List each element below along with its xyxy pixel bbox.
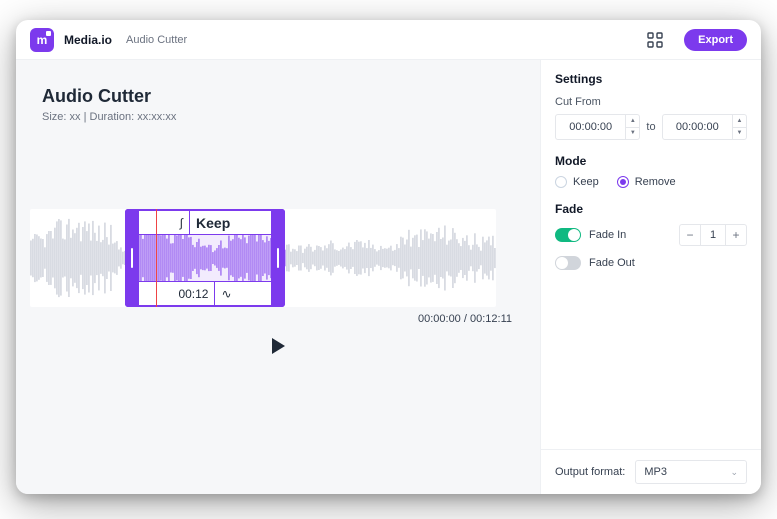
fade-in-decrement[interactable]: − — [680, 225, 700, 245]
fade-out-icon: ∿ — [221, 287, 231, 301]
fade-out-toggle[interactable] — [555, 256, 581, 270]
file-meta: Size: xx | Duration: xx:xx:xx — [42, 111, 514, 123]
selection-region[interactable]: ∫ Keep 00:12 ∿ — [125, 209, 285, 307]
to-label: to — [646, 121, 655, 133]
main-panel: Audio Cutter Size: xx | Duration: xx:xx:… — [16, 60, 541, 494]
export-button[interactable]: Export — [684, 29, 747, 51]
cut-from-label: Cut From — [555, 96, 747, 108]
fade-in-value: 1 — [700, 225, 726, 245]
selection-duration: 00:12 — [178, 287, 208, 301]
current-time: 00:00:00 — [418, 313, 461, 325]
from-step-up[interactable]: ▲ — [626, 115, 639, 128]
output-format-label: Output format: — [555, 466, 625, 478]
fade-in-icon: ∫ — [180, 216, 183, 230]
time-display: 00:00:00 / 00:12:11 — [418, 313, 512, 325]
fade-in-increment[interactable]: + — [726, 225, 746, 245]
mode-radio-keep[interactable]: Keep — [555, 176, 599, 188]
play-icon — [269, 337, 287, 355]
from-step-down[interactable]: ▼ — [626, 128, 639, 140]
fade-in-stepper[interactable]: − 1 + — [679, 224, 747, 246]
cut-to-input[interactable]: 00:00:00 ▲ ▼ — [662, 114, 747, 140]
waveform[interactable]: ∫ Keep 00:12 ∿ — [30, 209, 496, 307]
to-step-down[interactable]: ▼ — [733, 128, 746, 140]
breadcrumb: Audio Cutter — [126, 34, 187, 46]
mode-title: Mode — [555, 154, 747, 168]
apps-grid-icon[interactable] — [646, 31, 664, 49]
chevron-down-icon: ⌄ — [730, 467, 738, 478]
page-title: Audio Cutter — [42, 86, 514, 107]
selection-mode-label: Keep — [196, 215, 230, 231]
output-format-select[interactable]: MP3 ⌄ — [635, 460, 747, 484]
mode-radio-remove[interactable]: Remove — [617, 176, 676, 188]
size-prefix: Size: — [42, 111, 70, 123]
radio-icon — [617, 176, 629, 188]
duration-value: xx:xx:xx — [137, 111, 176, 123]
fade-in-label: Fade In — [589, 229, 671, 241]
play-button[interactable] — [263, 331, 293, 361]
selection-handle-left[interactable] — [125, 209, 139, 307]
settings-title: Settings — [555, 72, 747, 86]
brand-name: Media.io — [64, 33, 112, 47]
selection-bottom-bar: 00:12 ∿ — [139, 281, 271, 305]
to-step-up[interactable]: ▲ — [733, 115, 746, 128]
settings-panel: Settings Cut From 00:00:00 ▲ ▼ to 00:00:… — [541, 60, 761, 494]
logo-icon: m — [30, 28, 54, 52]
app-window: m Media.io Audio Cutter Export Audio Cut… — [16, 20, 761, 494]
top-bar: m Media.io Audio Cutter Export — [16, 20, 761, 60]
radio-icon — [555, 176, 567, 188]
total-time: 00:12:11 — [470, 313, 512, 325]
size-value: xx — [70, 111, 81, 123]
selection-top-bar: ∫ Keep — [139, 211, 271, 235]
fade-in-toggle[interactable] — [555, 228, 581, 242]
playhead[interactable] — [156, 209, 157, 307]
duration-prefix: Duration: — [90, 111, 138, 123]
selection-handle-right[interactable] — [271, 209, 285, 307]
fade-out-label: Fade Out — [589, 257, 747, 269]
cut-from-input[interactable]: 00:00:00 ▲ ▼ — [555, 114, 640, 140]
fade-title: Fade — [555, 202, 747, 216]
